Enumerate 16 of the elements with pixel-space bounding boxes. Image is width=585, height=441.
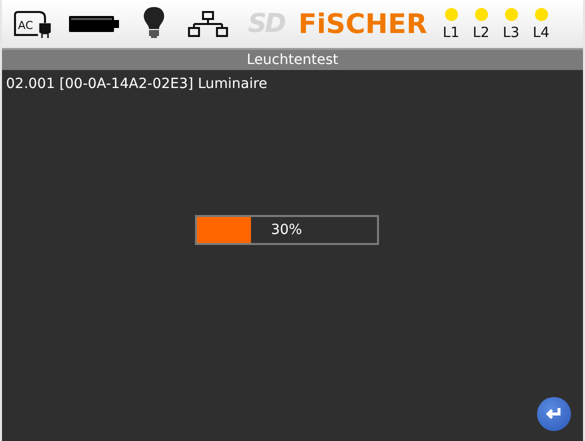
enter-button[interactable] (537, 397, 571, 431)
screen-title: Leuchtentest (2, 48, 583, 70)
led-label: L3 (502, 24, 520, 40)
progress-reading: 30% (270, 220, 304, 240)
return-arrow-icon (545, 407, 563, 421)
plug-icon (39, 23, 51, 39)
light-bulb-icon (142, 6, 166, 38)
device-label: 02.001 [00-0A-14A2-02E3] Luminaire (5, 75, 268, 92)
led-label: L2 (472, 24, 490, 40)
battery-icon (68, 15, 120, 33)
led-label: L1 (442, 24, 460, 40)
led-label: L4 (532, 24, 550, 40)
cable-frame-icon (14, 11, 46, 36)
brand-logo: FiSCHER (298, 8, 428, 40)
network-icon (188, 11, 228, 37)
ac-label: AC (18, 19, 34, 32)
